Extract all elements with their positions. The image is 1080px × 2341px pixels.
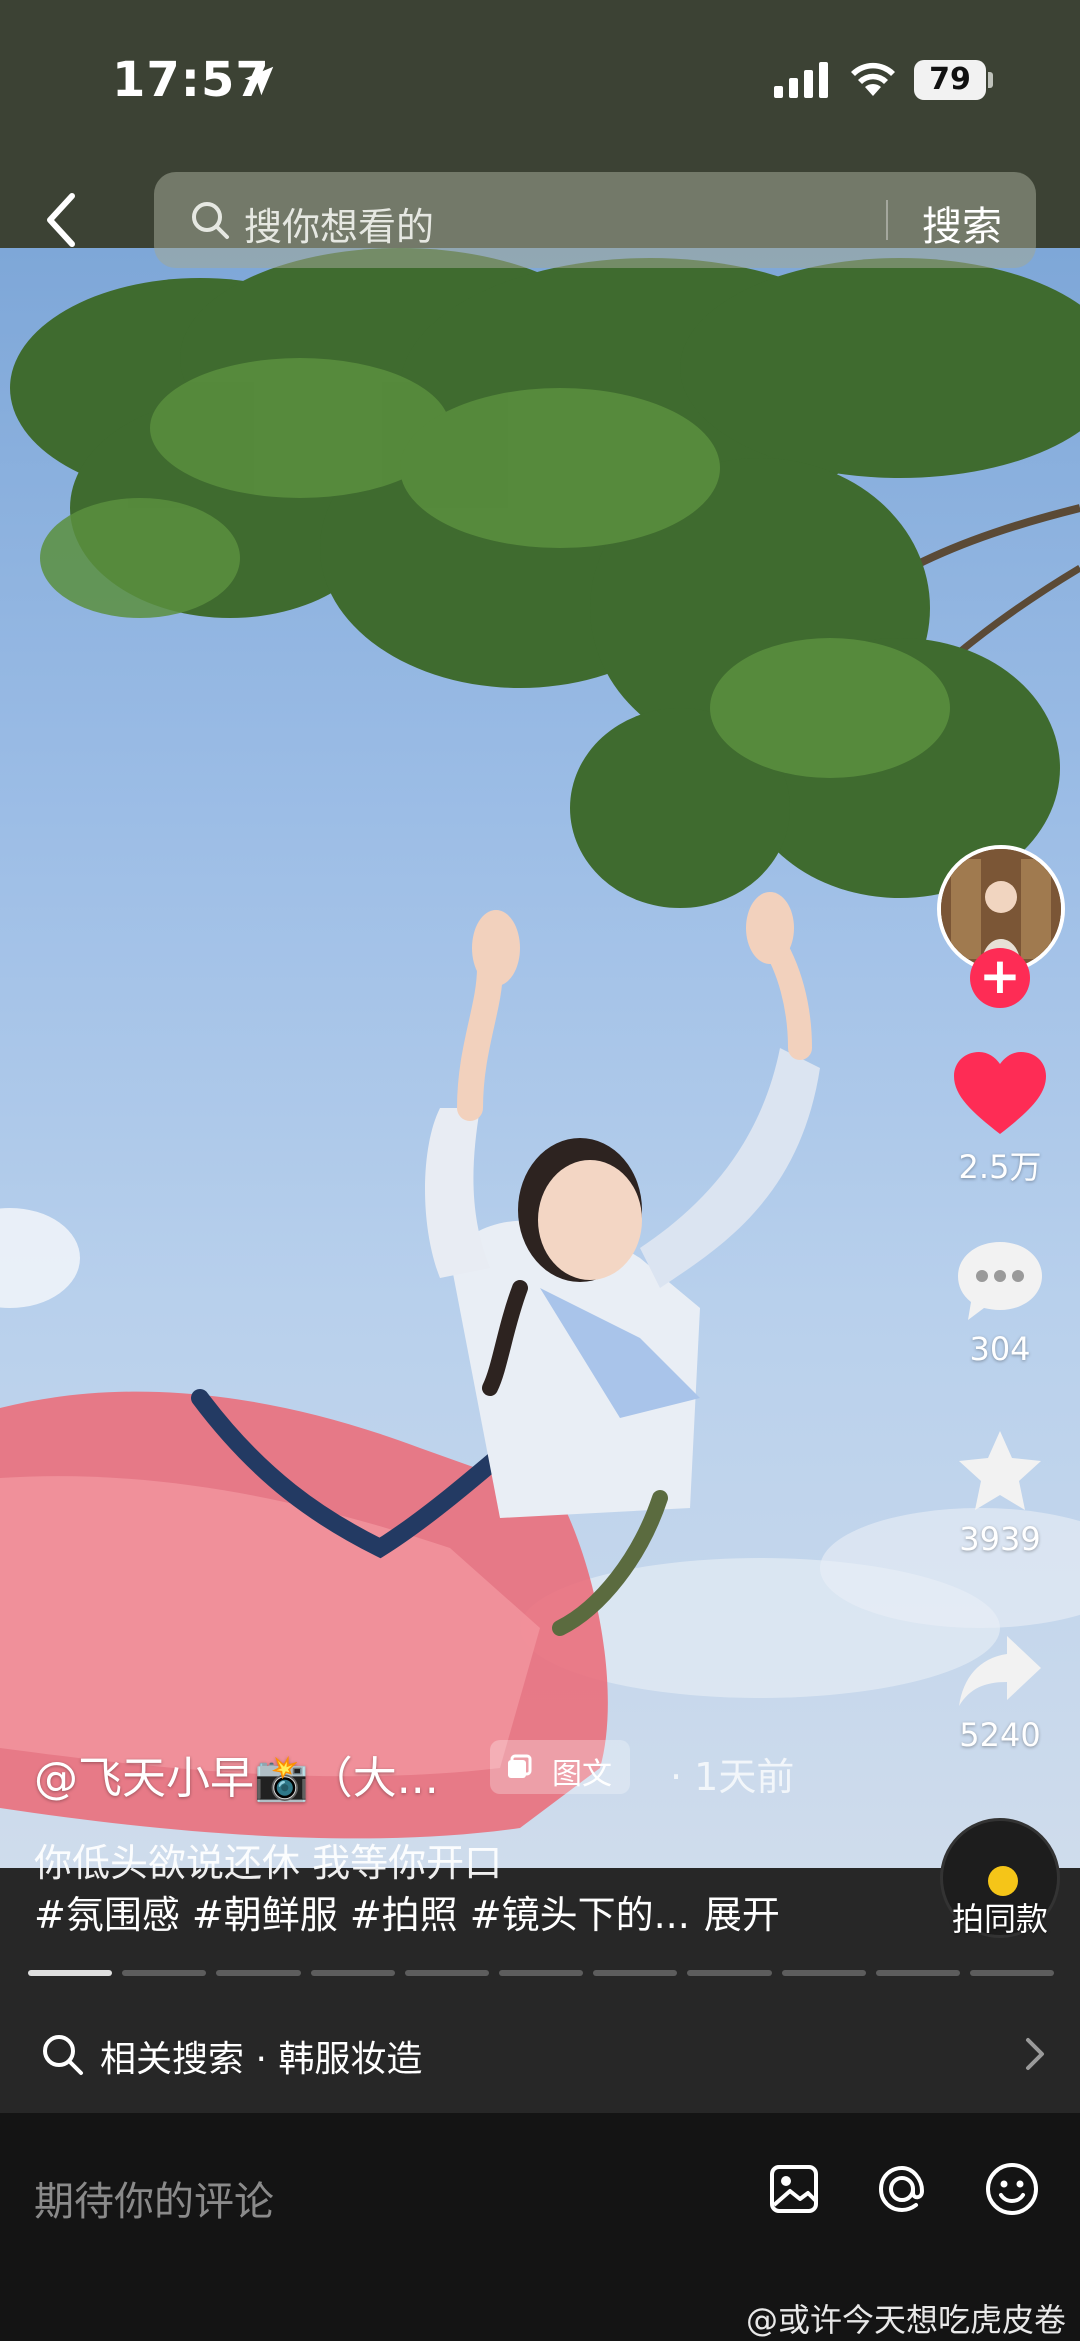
like-button[interactable]: 2.5万 [940, 1050, 1060, 1188]
progress-segment [781, 1970, 866, 1976]
progress-segment [593, 1970, 678, 1976]
mention-at-icon[interactable] [872, 2159, 932, 2219]
author-name[interactable]: @飞天小早📸（大... [34, 1742, 439, 1806]
progress-segment [498, 1970, 584, 1976]
heart-icon [954, 1052, 1046, 1134]
search-button[interactable]: 搜索 [922, 194, 1002, 252]
post-type-badge: 图文 [490, 1740, 630, 1794]
post-photo[interactable] [0, 248, 1080, 1868]
post-time: · 1天前 [670, 1755, 795, 1799]
progress-segment [310, 1970, 395, 1976]
share-count: 5240 [959, 1716, 1041, 1754]
cellular-signal-icon [774, 62, 828, 98]
search-icon [43, 2035, 83, 2075]
wifi-icon [851, 62, 895, 96]
search-icon [192, 202, 229, 239]
progress-segment [122, 1970, 207, 1976]
chevron-right-icon [1026, 2038, 1044, 2070]
image-picker-icon[interactable] [764, 2159, 824, 2219]
favorite-button[interactable]: 3939 [940, 1428, 1060, 1558]
progress-segment [875, 1970, 960, 1976]
like-count: 2.5万 [958, 1148, 1042, 1186]
location-arrow-icon [244, 66, 274, 96]
emoji-face-icon[interactable] [982, 2159, 1042, 2219]
search-input[interactable]: 搜你想看的 [244, 196, 434, 251]
favorite-count: 3939 [959, 1520, 1041, 1558]
photo-illustration [0, 248, 1080, 1839]
battery-level: 79 [914, 60, 986, 100]
share-button[interactable]: 5240 [940, 1632, 1060, 1754]
comment-count: 304 [969, 1330, 1031, 1368]
progress-segment [687, 1970, 772, 1976]
comment-button[interactable]: 304 [940, 1238, 1060, 1368]
progress-segment [216, 1970, 301, 1976]
status-bar: 17:57 79 [0, 0, 1080, 160]
back-chevron-icon[interactable] [38, 190, 88, 250]
comment-bubble-icon [958, 1242, 1042, 1320]
comment-bar: 期待你的评论 @或许今天想吃虎皮卷 [0, 2113, 1080, 2341]
star-icon [959, 1431, 1041, 1510]
search-bar[interactable]: 搜你想看的 搜索 [154, 172, 1036, 268]
battery-tip [988, 72, 993, 88]
comment-input[interactable]: 期待你的评论 [34, 2169, 274, 2227]
image-post-icon [508, 1754, 532, 1778]
related-search-label: 相关搜索 · 韩服妆造 [100, 2039, 423, 2080]
hashtags-text[interactable]: #氛围感 #朝鲜服 #拍照 #镜头下的... [34, 1893, 690, 1937]
image-progress-bar [28, 1970, 1055, 1976]
shoot-same-button[interactable]: 拍同款 [952, 1894, 1048, 1940]
share-arrow-icon [959, 1636, 1041, 1706]
related-search-bar[interactable]: 相关搜索 · 韩服妆造 [0, 2020, 1080, 2113]
top-bar: 17:57 79 搜你想看的 搜索 [0, 0, 1080, 268]
post-type-label: 图文 [552, 1757, 612, 1792]
progress-segment [969, 1970, 1055, 1976]
search-divider [886, 200, 888, 240]
progress-segment [28, 1970, 113, 1976]
watermark-text: @或许今天想吃虎皮卷 [746, 2301, 1067, 2339]
expand-button[interactable]: 展开 [704, 1893, 780, 1937]
music-disc-center [988, 1866, 1018, 1896]
post-description: 你低头欲说还休 我等你开口 [34, 1841, 503, 1885]
progress-segment [404, 1970, 489, 1976]
post-hashtags[interactable]: #氛围感 #朝鲜服 #拍照 #镜头下的... 展开 [34, 1884, 780, 1939]
follow-button[interactable]: + [970, 948, 1030, 1008]
